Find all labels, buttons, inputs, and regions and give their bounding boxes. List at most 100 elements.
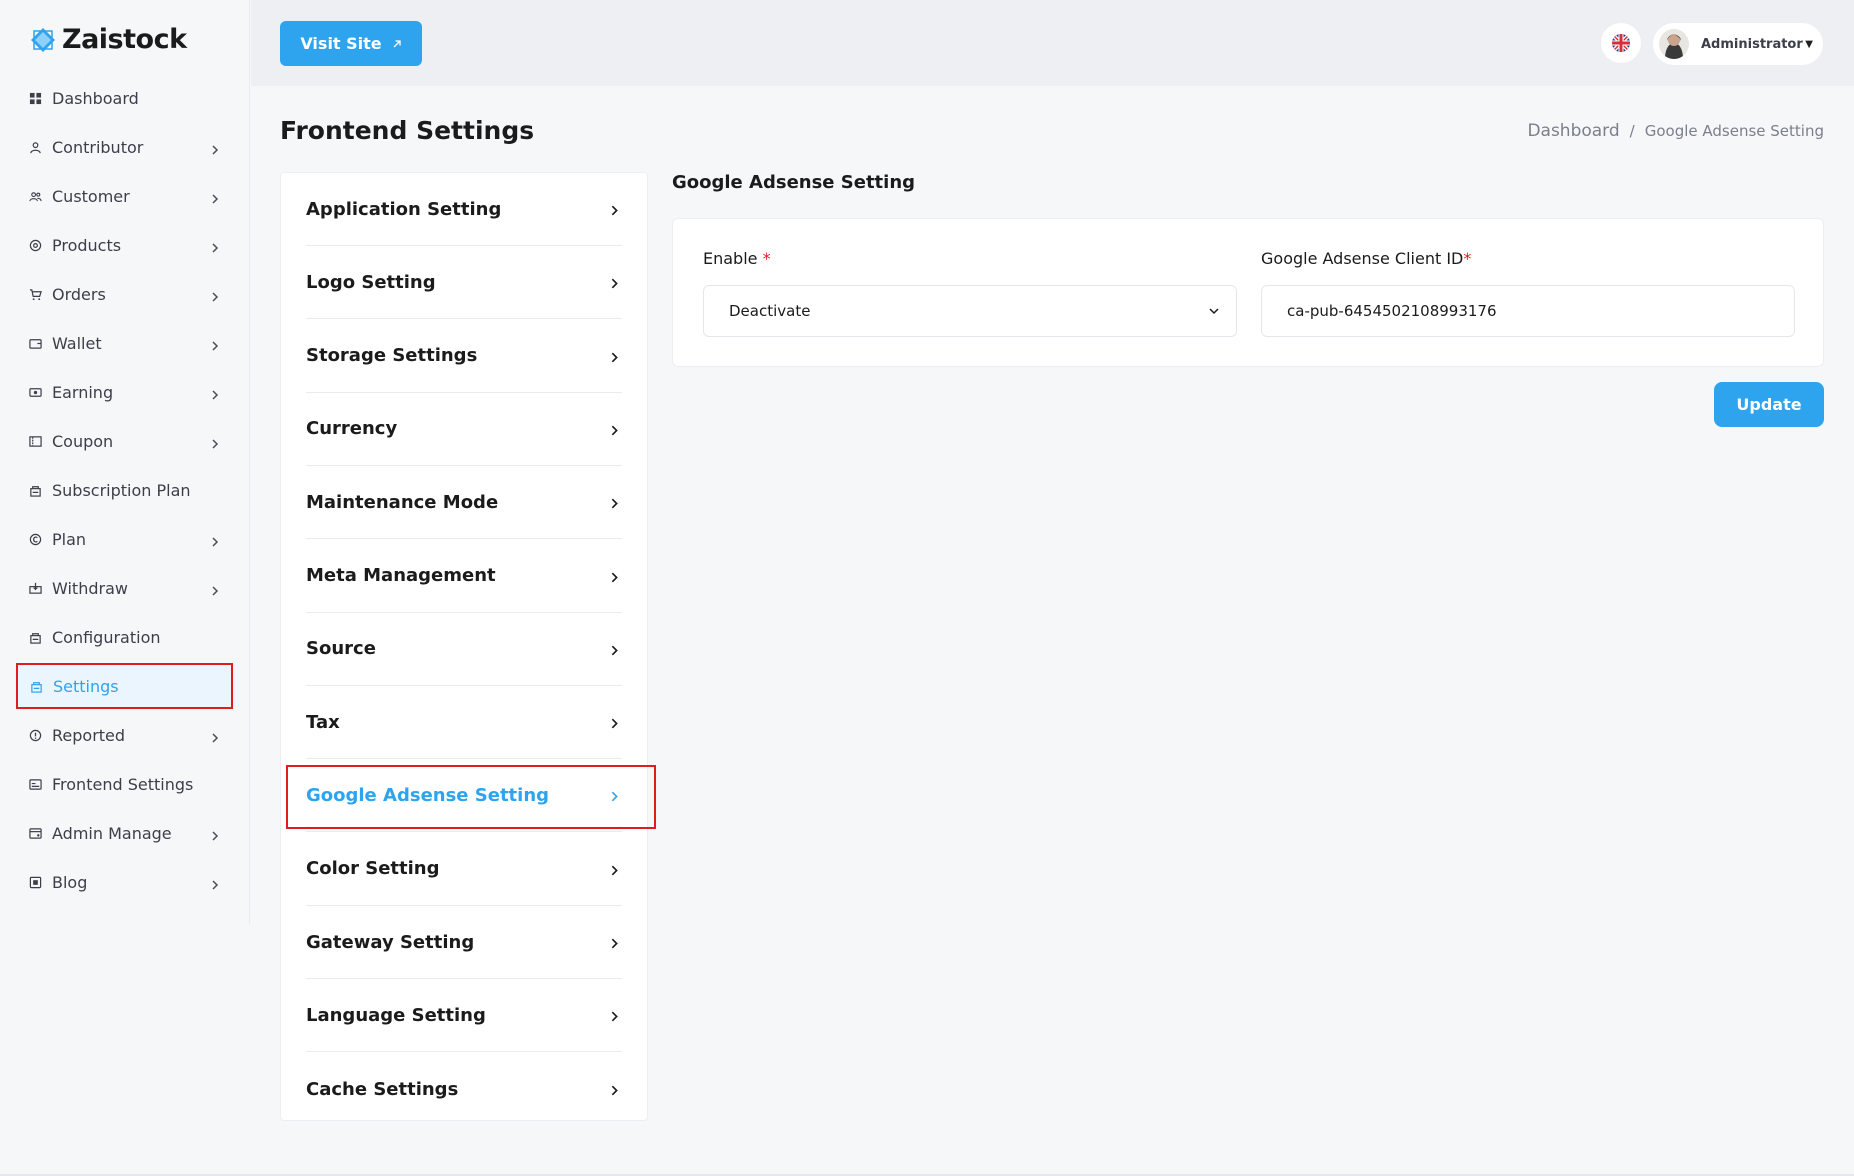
products-icon bbox=[27, 238, 43, 254]
chevron-right-icon bbox=[608, 349, 622, 363]
sidebar-item-withdraw[interactable]: Withdraw bbox=[17, 564, 233, 613]
configuration-icon bbox=[27, 630, 43, 646]
visit-site-button[interactable]: Visit Site bbox=[280, 21, 422, 66]
settings-menu: Application Setting Logo Setting Storage S… bbox=[280, 172, 648, 1121]
sidebar-item-label: Reported bbox=[52, 726, 126, 745]
sidebar-item-orders[interactable]: Orders bbox=[17, 270, 233, 319]
chevron-right-icon bbox=[608, 495, 622, 509]
chevron-right-icon bbox=[209, 827, 223, 841]
contributor-icon bbox=[27, 140, 43, 156]
sidebar-item-frontend-settings[interactable]: Frontend Settings bbox=[17, 760, 233, 809]
breadcrumb-home-link[interactable]: Dashboard bbox=[1527, 121, 1619, 141]
sidebar-item-label: Subscription Plan bbox=[52, 481, 191, 500]
user-menu[interactable]: Administrator ▼ bbox=[1653, 23, 1823, 65]
enable-field-label: Enable * bbox=[703, 249, 771, 268]
top-header: Visit Site Administrator ▼ bbox=[251, 0, 1854, 86]
subscription-icon bbox=[27, 483, 43, 499]
reported-icon bbox=[27, 728, 43, 744]
chevron-right-icon bbox=[209, 729, 223, 743]
blog-icon bbox=[27, 875, 43, 891]
enable-select[interactable]: Deactivate bbox=[703, 285, 1237, 337]
sidebar-item-subscription-plan[interactable]: Subscription Plan bbox=[17, 466, 233, 515]
brand-name: Zaistock bbox=[62, 24, 187, 55]
client-id-field-label: Google Adsense Client ID* bbox=[1261, 249, 1471, 268]
settings-menu-item-storage-settings[interactable]: Storage Settings bbox=[306, 320, 622, 393]
sidebar-item-wallet[interactable]: Wallet bbox=[17, 319, 233, 368]
chevron-right-icon bbox=[209, 141, 223, 155]
settings-menu-label: Source bbox=[306, 638, 376, 660]
settings-menu-label: Meta Management bbox=[306, 565, 496, 586]
chevron-right-icon bbox=[608, 569, 622, 583]
settings-icon bbox=[28, 678, 44, 694]
sidebar-item-configuration[interactable]: Configuration bbox=[17, 613, 233, 662]
settings-menu-item-currency[interactable]: Currency bbox=[306, 393, 622, 466]
settings-menu-item-language-setting[interactable]: Language Setting bbox=[306, 979, 622, 1053]
settings-menu-item-meta-management[interactable]: Meta Management bbox=[306, 540, 622, 613]
chevron-right-icon bbox=[209, 239, 223, 253]
sidebar-item-customer[interactable]: Customer bbox=[17, 172, 233, 221]
coupon-icon bbox=[27, 434, 43, 450]
enable-label-text: Enable bbox=[703, 249, 758, 268]
earning-icon bbox=[27, 385, 43, 401]
sidebar-item-products[interactable]: Products bbox=[17, 221, 233, 270]
sidebar-item-label: Contributor bbox=[52, 138, 144, 157]
settings-menu-item-application-setting[interactable]: Application Setting bbox=[306, 173, 622, 246]
chevron-right-icon bbox=[608, 642, 622, 656]
sidebar: Zaistock Dashboard Contributor Customer Pro… bbox=[0, 0, 250, 924]
sidebar-item-plan[interactable]: Plan bbox=[17, 515, 233, 564]
settings-menu-item-cache-settings[interactable]: Cache Settings bbox=[306, 1053, 622, 1126]
chevron-down-icon bbox=[1209, 308, 1219, 315]
client-id-input[interactable]: ca-pub-6454502108993176 bbox=[1261, 285, 1795, 337]
sidebar-item-dashboard[interactable]: Dashboard bbox=[17, 74, 233, 123]
page-title: Frontend Settings bbox=[280, 116, 535, 145]
language-switcher[interactable] bbox=[1601, 23, 1641, 63]
sidebar-item-label: Frontend Settings bbox=[52, 775, 194, 794]
settings-menu-label: Application Setting bbox=[306, 198, 502, 220]
sidebar-item-admin-manage[interactable]: Admin Manage bbox=[17, 809, 233, 858]
chevron-right-icon bbox=[608, 275, 622, 289]
sidebar-item-settings[interactable]: Settings bbox=[16, 663, 233, 709]
settings-menu-item-logo-setting[interactable]: Logo Setting bbox=[306, 246, 622, 320]
settings-menu-label: Language Setting bbox=[306, 1004, 486, 1026]
chevron-right-icon bbox=[209, 435, 223, 449]
sidebar-item-label: Wallet bbox=[52, 334, 102, 353]
settings-menu-item-color-setting[interactable]: Color Setting bbox=[306, 833, 622, 906]
settings-menu-label: Google Adsense Setting bbox=[306, 784, 550, 806]
caret-down-icon: ▼ bbox=[1805, 38, 1813, 50]
settings-menu-label: Gateway Setting bbox=[306, 931, 475, 953]
withdraw-icon bbox=[27, 581, 43, 597]
sidebar-item-label: Plan bbox=[52, 530, 87, 549]
user-name: Administrator bbox=[1701, 36, 1803, 52]
sidebar-item-contributor[interactable]: Contributor bbox=[17, 123, 233, 172]
chevron-right-icon bbox=[209, 582, 223, 596]
settings-menu-item-source[interactable]: Source bbox=[306, 613, 622, 686]
frontend-settings-icon bbox=[27, 777, 43, 793]
breadcrumb: Dashboard / Google Adsense Setting bbox=[1527, 121, 1824, 141]
settings-menu-item-maintenance-mode[interactable]: Maintenance Mode bbox=[306, 466, 622, 540]
settings-menu-item-gateway-setting[interactable]: Gateway Setting bbox=[306, 906, 622, 979]
chevron-right-icon bbox=[209, 876, 223, 890]
settings-menu-label: Color Setting bbox=[306, 858, 440, 880]
sidebar-item-label: Coupon bbox=[52, 432, 114, 451]
sidebar-item-coupon[interactable]: Coupon bbox=[17, 417, 233, 466]
chevron-right-icon bbox=[608, 715, 622, 729]
sidebar-item-label: Withdraw bbox=[52, 579, 128, 598]
settings-menu-label: Maintenance Mode bbox=[306, 491, 499, 513]
settings-menu-item-tax[interactable]: Tax bbox=[306, 686, 622, 760]
settings-menu-label: Cache Settings bbox=[306, 1078, 459, 1100]
cart-icon bbox=[27, 287, 43, 303]
sidebar-item-blog[interactable]: Blog bbox=[17, 858, 233, 907]
sidebar-item-label: Configuration bbox=[52, 628, 161, 647]
sidebar-item-earning[interactable]: Earning bbox=[17, 368, 233, 417]
brand-logo[interactable]: Zaistock bbox=[30, 24, 187, 55]
sidebar-item-label: Products bbox=[52, 236, 122, 255]
update-button[interactable]: Update bbox=[1714, 382, 1824, 427]
chevron-right-icon bbox=[608, 862, 622, 876]
wallet-icon bbox=[27, 336, 43, 352]
avatar bbox=[1659, 29, 1689, 59]
sidebar-item-reported[interactable]: Reported bbox=[17, 711, 233, 760]
adsense-form-card: Enable * Deactivate Google Adsense Clien… bbox=[672, 218, 1824, 367]
visit-site-label: Visit Site bbox=[300, 34, 382, 53]
settings-menu-item-google-adsense-setting[interactable]: Google Adsense Setting bbox=[306, 759, 622, 833]
settings-menu-label: Tax bbox=[306, 711, 340, 733]
